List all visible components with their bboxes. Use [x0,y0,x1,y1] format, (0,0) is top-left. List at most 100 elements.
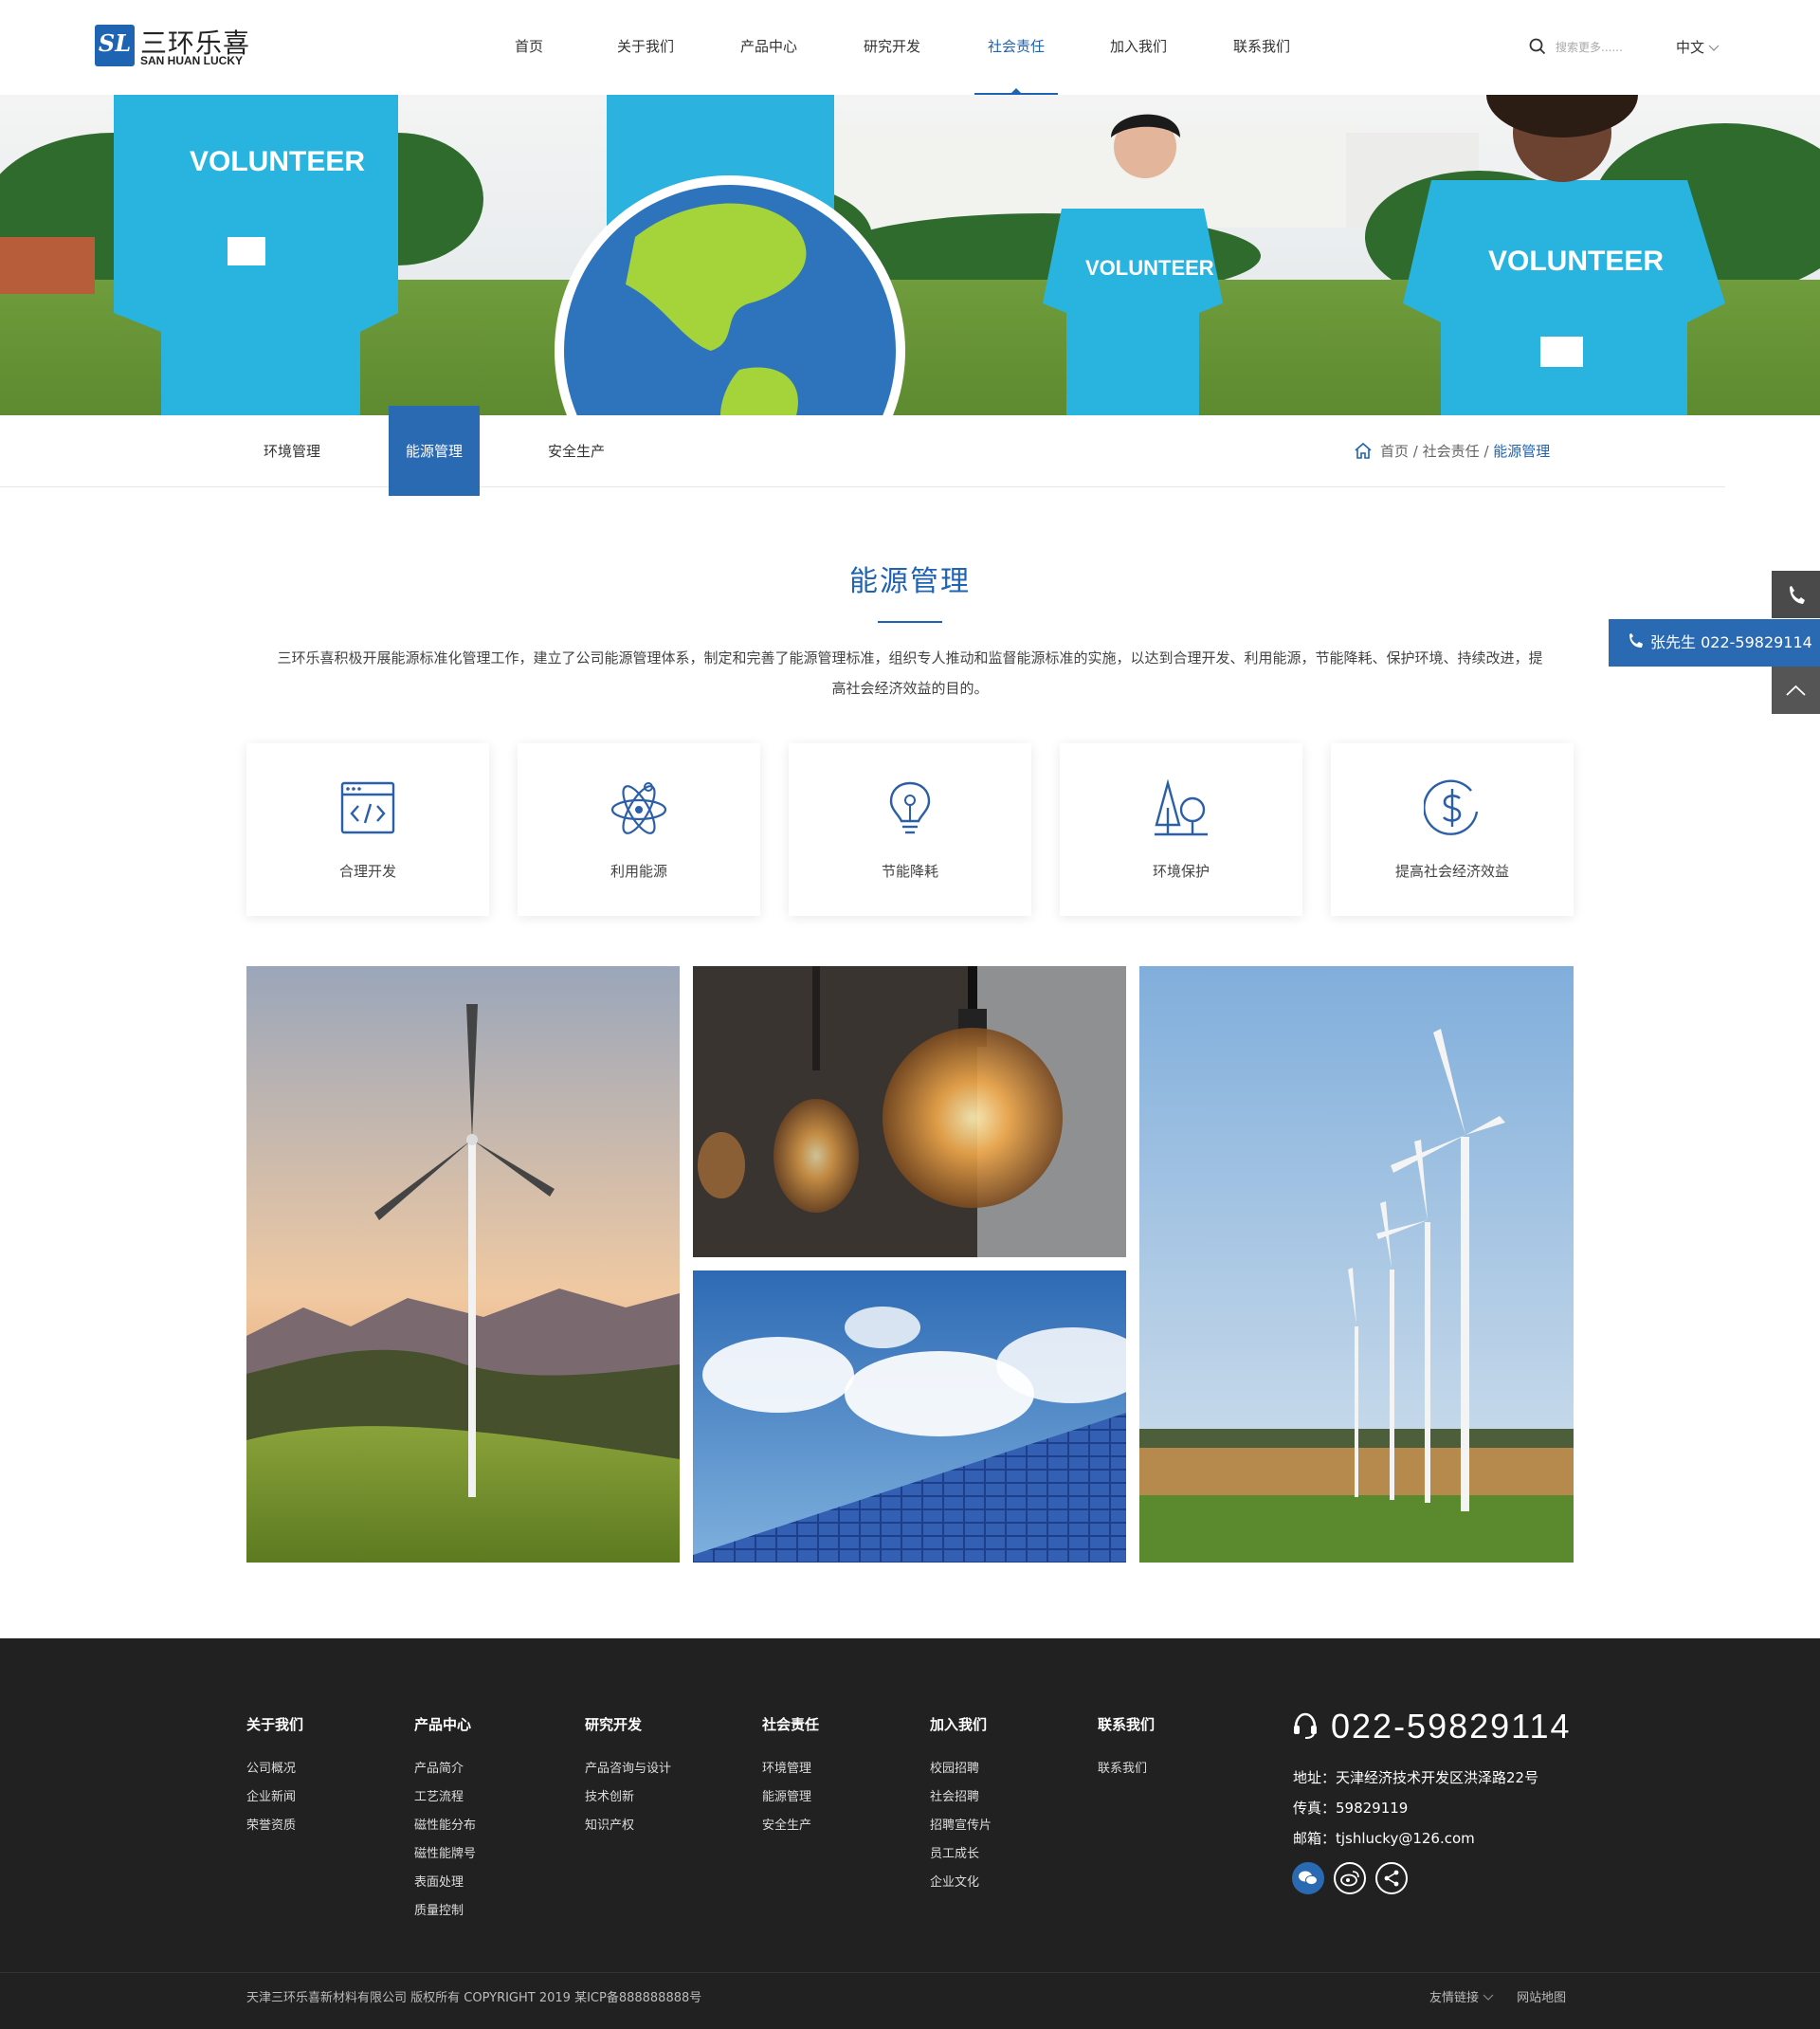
breadcrumb-separator: / [1483,443,1489,460]
footer-link[interactable]: 技术创新 [585,1783,671,1812]
footer-link[interactable]: 质量控制 [414,1897,476,1926]
footer-column-title: 联系我们 [1098,1716,1156,1733]
footer-address: 地址：天津经济技术开发区洪泽路22号 [1293,1769,1539,1786]
chevron-down-icon [1708,45,1720,51]
footer-divider [0,1972,1820,1973]
card-label: 提高社会经济效益 [1394,863,1509,880]
footer-email: 邮箱：tjshlucky@126.com [1293,1830,1475,1847]
footer-bottom-links: 友情链接 网站地图 [1429,1987,1566,2005]
back-to-top-button[interactable] [1772,667,1820,714]
footer-column-title: 社会责任 [762,1716,820,1733]
shirt-text-3: VOLUNTEER [1488,246,1664,277]
logo-name-en: SAN HUAN LUCKY [140,54,243,67]
footer-link[interactable]: 能源管理 [762,1783,819,1812]
footer-link[interactable]: 荣誉资质 [246,1812,303,1840]
breadcrumb-home[interactable]: 首页 [1380,443,1409,460]
friend-links-dropdown[interactable]: 友情链接 [1429,1991,1494,2005]
footer-link[interactable]: 知识产权 [585,1812,671,1840]
dollar-circle-icon [1424,779,1479,835]
footer-column-title: 研究开发 [585,1716,643,1733]
lightbulb-icon [889,781,931,834]
nav-products[interactable]: 产品中心 [707,0,830,95]
site-footer: 关于我们 公司概况 企业新闻 荣誉资质 产品中心 产品简介 工艺流程 磁性能分布… [0,1638,1820,2029]
footer-fax: 传真：59829119 [1293,1800,1409,1817]
footer-link[interactable]: 磁性能分布 [414,1812,476,1840]
feature-card-rational-development[interactable]: 合理开发 [246,743,489,916]
breadcrumb-separator: / [1412,443,1418,460]
friend-links-label: 友情链接 [1429,1991,1480,2005]
footer-column-join-us: 加入我们 校园招聘 社会招聘 招聘宣传片 员工成长 企业文化 [930,1714,992,1897]
card-label: 节能降耗 [881,863,938,880]
tab-energy-management[interactable]: 能源管理 [389,406,480,496]
float-tel-text: 张先生 022-59829114 [1650,633,1812,651]
card-label: 合理开发 [338,863,396,880]
footer-link[interactable]: 工艺流程 [414,1783,476,1812]
footer-column-title: 关于我们 [246,1716,304,1733]
feature-card-economic-benefit[interactable]: 提高社会经济效益 [1331,743,1574,916]
footer-phone-number: 022-59829114 [1331,1707,1572,1746]
copyright: 天津三环乐喜新材料有限公司 版权所有 COPYRIGHT 2019 某ICP备8… [246,1991,702,2005]
nav-about[interactable]: 关于我们 [584,0,707,95]
footer-link[interactable]: 公司概况 [246,1755,303,1783]
footer-link[interactable]: 磁性能牌号 [414,1840,476,1869]
nav-join-us[interactable]: 加入我们 [1077,0,1200,95]
footer-link[interactable]: 安全生产 [762,1812,819,1840]
footer-link[interactable]: 校园招聘 [930,1755,992,1783]
phone-icon [1790,586,1805,604]
nav-social-responsibility[interactable]: 社会责任 [974,0,1058,95]
footer-column-products: 产品中心 产品简介 工艺流程 磁性能分布 磁性能牌号 表面处理 质量控制 [414,1714,476,1926]
card-label: 环境保护 [1152,863,1210,880]
footer-link[interactable]: 社会招聘 [930,1783,992,1812]
photo-wind-turbine-mountains [246,966,680,1563]
photo-wind-farm [1139,966,1574,1563]
footer-link[interactable]: 企业文化 [930,1869,992,1897]
footer-phone: 022-59829114 [1291,1707,1572,1746]
feature-card-use-energy[interactable]: 利用能源 [518,743,760,916]
page-intro: 三环乐喜积极开展能源标准化管理工作，建立了公司能源管理体系，制定和完善了能源管理… [277,649,1543,697]
headset-icon [1294,1712,1317,1739]
share-icon[interactable] [1375,1862,1408,1894]
wechat-icon[interactable] [1292,1862,1324,1894]
nav-home[interactable]: 首页 [483,0,574,95]
photo-solar-panels [693,1270,1126,1563]
feature-card-environmental-protection[interactable]: 环境保护 [1060,743,1302,916]
footer-link[interactable]: 产品简介 [414,1755,476,1783]
search-icon[interactable] [1529,38,1546,55]
weibo-icon[interactable] [1334,1862,1366,1894]
language-select[interactable]: 中文 [1676,37,1720,57]
nav-research[interactable]: 研究开发 [830,0,954,95]
home-icon[interactable] [1354,442,1373,459]
float-tel-contact[interactable]: 张先生 022-59829114 [1609,619,1820,667]
footer-link[interactable]: 表面处理 [414,1869,476,1897]
page-title: 能源管理 [849,565,971,598]
code-window-icon [340,781,395,834]
search-input[interactable] [1556,38,1643,57]
sitemap-link[interactable]: 网站地图 [1517,1991,1566,2005]
site-header: SL 三环乐喜 SAN HUAN LUCKY 首页 关于我们 产品中心 研究开发… [0,0,1820,95]
footer-link[interactable]: 联系我们 [1098,1755,1155,1783]
footer-link[interactable]: 企业新闻 [246,1783,303,1812]
breadcrumb-current: 能源管理 [1493,443,1551,460]
footer-link[interactable]: 招聘宣传片 [930,1812,992,1840]
breadcrumb: 首页 / 社会责任 / 能源管理 [1354,415,1550,487]
hero-banner: VOLUNTEER VOLUNTEER VOLUNTEER [0,95,1820,415]
tab-safety-production[interactable]: 安全生产 [531,415,622,487]
feature-card-energy-saving[interactable]: 节能降耗 [789,743,1031,916]
card-label: 利用能源 [610,863,667,880]
footer-link[interactable]: 员工成长 [930,1840,992,1869]
title-underline [878,621,942,623]
tab-environment-management[interactable]: 环境管理 [246,415,337,487]
sub-nav: 环境管理 能源管理 安全生产 首页 / 社会责任 / 能源管理 [0,406,1725,496]
breadcrumb-section[interactable]: 社会责任 [1423,443,1480,460]
phone-icon [1629,633,1643,648]
logo[interactable]: SL 三环乐喜 SAN HUAN LUCKY [95,25,256,70]
photo-light-bulbs [693,966,1126,1257]
trees-icon [1155,779,1208,836]
float-phone-button[interactable] [1772,571,1820,618]
footer-link[interactable]: 产品咨询与设计 [585,1755,671,1783]
nav-contact[interactable]: 联系我们 [1200,0,1323,95]
chevron-up-icon [1786,685,1806,696]
footer-link[interactable]: 环境管理 [762,1755,819,1783]
atom-icon [610,782,667,834]
footer-column-social-responsibility: 社会责任 环境管理 能源管理 安全生产 [762,1714,819,1840]
